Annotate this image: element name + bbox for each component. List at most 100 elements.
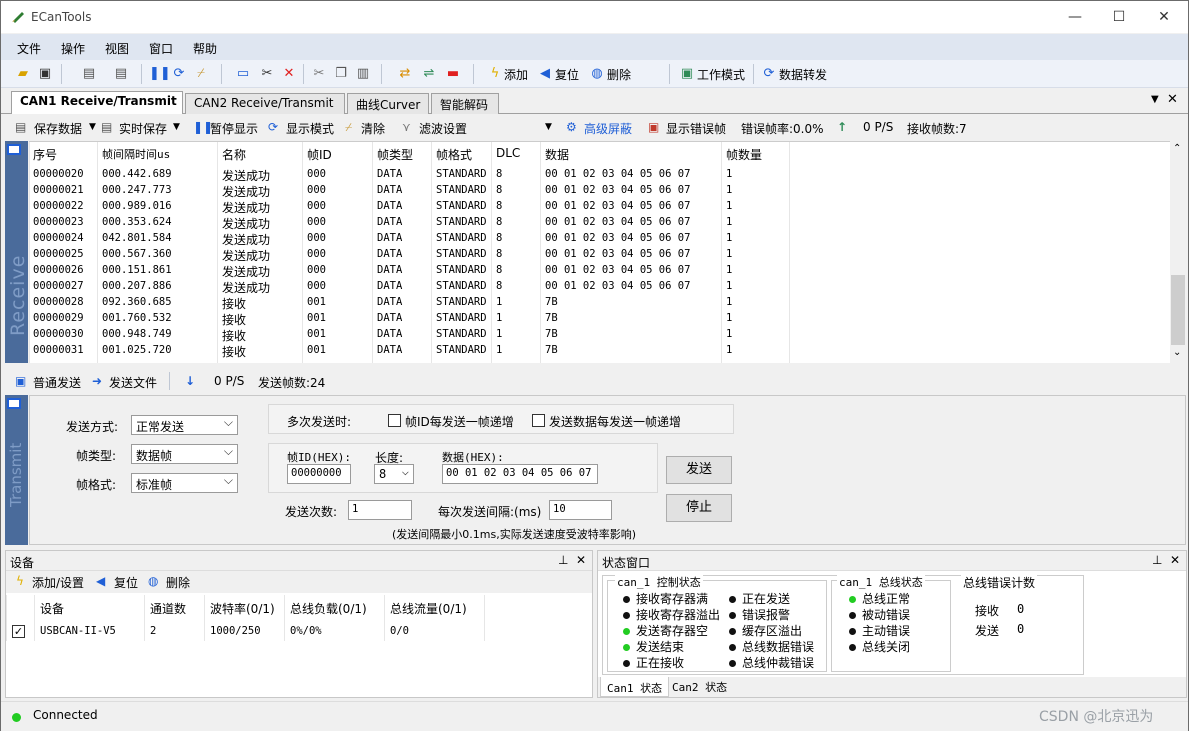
table-row[interactable]: 00000020 000.442.689 发送成功 000 DATA STANDARD 8 0… xyxy=(29,167,1170,183)
pin-icon[interactable]: ⊥ xyxy=(1152,553,1162,567)
tab-curve[interactable]: 曲线Curver xyxy=(347,93,429,114)
send-button[interactable]: 发送 xyxy=(666,456,732,484)
column-header[interactable]: 帧间隔时间us xyxy=(102,146,170,162)
device-column-header[interactable]: 总线负载(0/1) xyxy=(290,600,367,617)
scroll-up-icon[interactable]: ⌃ xyxy=(1173,143,1181,154)
device-row[interactable]: ✓ USBCAN-II-V5 2 1000/250 0%/0% 0/0 xyxy=(6,621,592,641)
stop-button[interactable]: 停止 xyxy=(666,494,732,522)
save-data-button[interactable]: 保存数据 xyxy=(34,120,82,137)
table-row[interactable]: 00000023 000.353.624 发送成功 000 DATA STANDARD 8 0… xyxy=(29,215,1170,231)
display-mode-button[interactable]: 显示模式 xyxy=(286,120,334,137)
pin-icon[interactable]: ⊥ xyxy=(558,553,568,567)
realtime-save-button[interactable]: 实时保存 xyxy=(119,120,167,137)
stop-square-icon[interactable]: ▬ xyxy=(445,66,461,82)
data-forward-button[interactable]: 数据转发 xyxy=(779,66,827,83)
table-row[interactable]: 00000030 000.948.749 接收 001 DATA STANDARD 1 7B 1 xyxy=(29,327,1170,343)
table-row[interactable]: 00000027 000.207.886 发送成功 000 DATA STANDARD 8 0… xyxy=(29,279,1170,295)
table-row[interactable]: 00000025 000.567.360 发送成功 000 DATA STANDARD 8 0… xyxy=(29,247,1170,263)
tab-can1-status[interactable]: Can1 状态 xyxy=(600,677,670,697)
show-error-frames-button[interactable]: 显示错误帧 xyxy=(666,120,726,137)
receive-grid[interactable]: 序号 帧间隔时间us 名称 帧ID 帧类型 帧格式 DLC 数据 帧数量 00000020 000… xyxy=(29,141,1170,363)
paste-icon[interactable]: ▥ xyxy=(355,66,371,82)
send-file-button[interactable]: 发送文件 xyxy=(109,374,157,391)
tab-can2[interactable]: CAN2 Receive/Transmit xyxy=(185,93,345,114)
broom-icon[interactable]: ⌿ xyxy=(193,66,209,82)
device-column-header[interactable]: 总线流量(0/1) xyxy=(390,600,467,617)
swap-icon[interactable]: ⇄ xyxy=(397,66,413,82)
menu-file[interactable]: 文件 xyxy=(17,40,41,57)
column-header[interactable]: 帧数量 xyxy=(726,146,762,163)
length-select[interactable]: 8 xyxy=(374,464,414,484)
chevron-down-icon[interactable]: ▼ xyxy=(89,122,96,132)
menu-operate[interactable]: 操作 xyxy=(61,40,85,57)
receive-scrollbar[interactable]: ⌃ ⌄ xyxy=(1170,141,1186,363)
column-header[interactable]: 数据 xyxy=(545,146,569,163)
add-button[interactable]: 添加 xyxy=(504,66,528,83)
tab-can1[interactable]: CAN1 Receive/Transmit xyxy=(11,91,183,114)
work-mode-button[interactable]: 工作模式 xyxy=(697,66,745,83)
filter-settings-button[interactable]: 滤波设置 xyxy=(419,120,467,137)
delete-button[interactable]: 删除 xyxy=(607,66,631,83)
save-icon[interactable]: ▣ xyxy=(37,66,53,82)
tab-can2-status[interactable]: Can2 状态 xyxy=(666,677,733,695)
work-mode-icon[interactable]: ▣ xyxy=(679,66,695,82)
open-folder-icon[interactable]: ▰ xyxy=(15,66,31,82)
column-header[interactable]: DLC xyxy=(496,146,520,160)
send-mode-select[interactable]: 正常发送 xyxy=(131,415,238,435)
device-icon[interactable]: ▤ xyxy=(81,66,97,82)
send-count-input[interactable]: 1 xyxy=(348,500,412,520)
device-checkbox[interactable]: ✓ xyxy=(12,625,25,638)
transmit-side-tab[interactable]: Transmit xyxy=(5,395,28,545)
copy-icon[interactable]: ❐ xyxy=(333,66,349,82)
device-config-icon[interactable]: ▤ xyxy=(113,66,129,82)
data-increment-checkbox[interactable] xyxy=(532,414,545,427)
close-icon[interactable]: ✕ xyxy=(576,553,586,567)
device-column-header[interactable]: 通道数 xyxy=(150,600,186,617)
table-row[interactable]: 00000028 092.360.685 接收 001 DATA STANDARD 1 7B 1 xyxy=(29,295,1170,311)
delete-x-icon[interactable]: ✕ xyxy=(281,66,297,82)
clear-button[interactable]: 清除 xyxy=(361,120,385,137)
close-icon[interactable]: ✕ xyxy=(1170,553,1180,567)
device-grid[interactable]: 设备 通道数 波特率(0/1) 总线负载(0/1) 总线流量(0/1) ✓ USBCAN-I… xyxy=(6,595,592,695)
minimize-button[interactable]: — xyxy=(1052,1,1098,33)
device-column-header[interactable]: 波特率(0/1) xyxy=(210,600,275,617)
reset-button[interactable]: 复位 xyxy=(555,66,579,83)
column-header[interactable]: 名称 xyxy=(222,146,246,163)
tab-close-icon[interactable]: ✕ xyxy=(1167,92,1178,107)
device-reset-button[interactable]: 复位 xyxy=(114,574,138,591)
table-row[interactable]: 00000031 001.025.720 接收 001 DATA STANDARD 1 7B 1 xyxy=(29,343,1170,359)
frame-type-select[interactable]: 数据帧 xyxy=(131,444,238,464)
cut-icon[interactable]: ✂ xyxy=(311,66,327,82)
link-icon[interactable]: ⇌ xyxy=(421,66,437,82)
advanced-mask-button[interactable]: 高级屏蔽 xyxy=(584,120,632,137)
device-column-header[interactable]: 设备 xyxy=(40,600,64,617)
chevron-down-icon[interactable]: ▼ xyxy=(545,122,552,132)
menu-help[interactable]: 帮助 xyxy=(193,40,217,57)
tab-dropdown-icon[interactable]: ▼ xyxy=(1151,94,1159,105)
tools-icon[interactable]: ✂ xyxy=(259,66,275,82)
delete-globe-icon[interactable]: ◍ xyxy=(589,66,605,82)
refresh-icon[interactable]: ⟳ xyxy=(171,66,187,82)
device-delete-button[interactable]: 删除 xyxy=(166,574,190,591)
frame-format-select[interactable]: 标准帧 xyxy=(131,473,238,493)
menu-view[interactable]: 视图 xyxy=(105,40,129,57)
receive-side-tab[interactable]: Receive xyxy=(5,141,29,363)
column-header[interactable]: 序号 xyxy=(33,146,57,163)
menu-window[interactable]: 窗口 xyxy=(149,40,173,57)
interval-input[interactable]: 10 xyxy=(549,500,612,520)
table-row[interactable]: 00000026 000.151.861 发送成功 000 DATA STANDARD 8 0… xyxy=(29,263,1170,279)
scroll-thumb[interactable] xyxy=(1171,275,1185,345)
table-row[interactable]: 00000024 042.801.584 发送成功 000 DATA STANDARD 8 0… xyxy=(29,231,1170,247)
table-row[interactable]: 00000022 000.989.016 发送成功 000 DATA STANDARD 8 0… xyxy=(29,199,1170,215)
data-hex-input[interactable]: 00 01 02 03 04 05 06 07 xyxy=(442,464,598,484)
tab-smart-decode[interactable]: 智能解码 xyxy=(431,93,499,114)
id-hex-input[interactable]: 00000000 xyxy=(287,464,351,484)
scroll-down-icon[interactable]: ⌄ xyxy=(1173,347,1181,358)
table-row[interactable]: 00000021 000.247.773 发送成功 000 DATA STANDARD 8 0… xyxy=(29,183,1170,199)
add-lightning-icon[interactable]: ϟ xyxy=(487,66,503,82)
table-row[interactable]: 00000029 001.760.532 接收 001 DATA STANDARD 1 7B 1 xyxy=(29,311,1170,327)
maximize-button[interactable]: ☐ xyxy=(1096,1,1142,33)
chevron-down-icon[interactable]: ▼ xyxy=(173,122,180,132)
connect-icon[interactable]: ▭ xyxy=(235,66,251,82)
pause-display-button[interactable]: 暂停显示 xyxy=(210,120,258,137)
